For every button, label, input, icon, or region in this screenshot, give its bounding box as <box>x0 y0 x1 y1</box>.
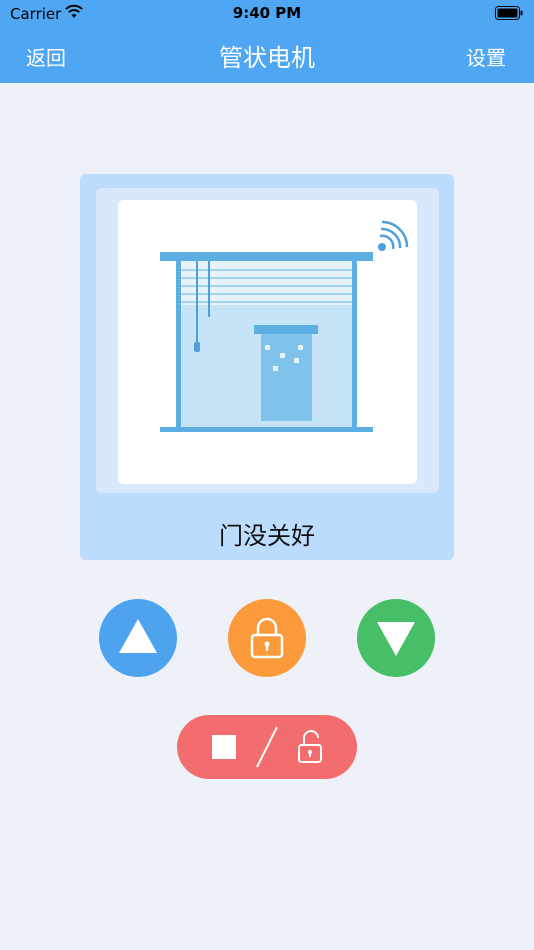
lock-icon <box>250 617 284 659</box>
battery-icon <box>495 6 523 20</box>
status-time: 9:40 PM <box>232 4 302 22</box>
close-down-button[interactable] <box>357 599 435 677</box>
triangle-down-icon <box>377 622 415 656</box>
device-status-text: 门没关好 <box>219 522 315 550</box>
garage-shutter-illustration <box>160 220 409 432</box>
device-card: 门没关好 <box>80 174 454 560</box>
device-image-box <box>118 200 417 484</box>
stop-unlock-button[interactable] <box>177 715 357 779</box>
wifi-signal-icon <box>378 220 409 251</box>
separator-slash <box>256 726 278 768</box>
back-button[interactable]: 返回 <box>26 42 66 71</box>
open-up-button[interactable] <box>99 599 177 677</box>
status-bar: Carrier 9:40 PM <box>0 0 534 28</box>
lock-button[interactable] <box>228 599 306 677</box>
unlock-icon <box>298 730 322 763</box>
device-image-frame <box>96 188 439 493</box>
settings-button[interactable]: 设置 <box>466 42 506 71</box>
page-title: 管状电机 <box>219 44 315 72</box>
triangle-up-icon <box>119 619 157 653</box>
stop-square-icon <box>212 735 236 759</box>
navigation-bar: 返回 管状电机 设置 <box>0 28 534 83</box>
